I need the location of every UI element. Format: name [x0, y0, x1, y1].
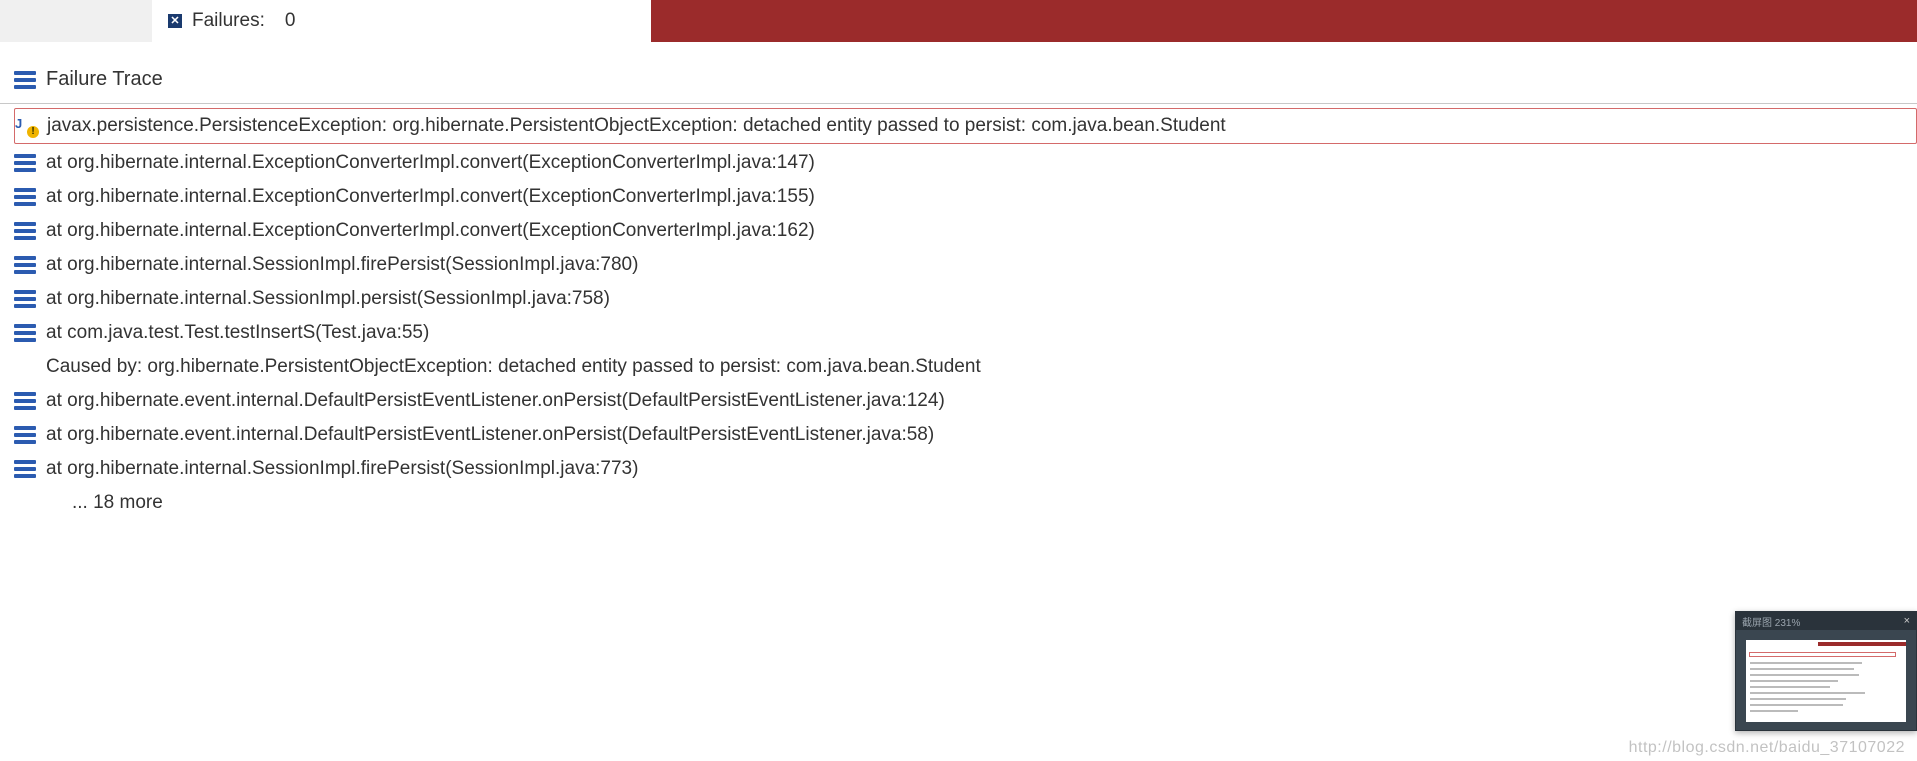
stack-trace-list: J javax.persistence.PersistenceException… — [0, 104, 1917, 520]
icon-spacer — [14, 358, 36, 376]
failures-icon: ✕ — [168, 14, 182, 28]
screenshot-thumbnail-overlay[interactable]: 截屏图 231% × — [1735, 611, 1917, 731]
stack-frame-row[interactable]: at org.hibernate.internal.SessionImpl.fi… — [14, 248, 1917, 282]
stack-frame-row[interactable]: at com.java.test.Test.testInsertS(Test.j… — [14, 316, 1917, 350]
exception-row[interactable]: J javax.persistence.PersistenceException… — [14, 108, 1917, 144]
more-frames-text: ... 18 more — [46, 492, 163, 514]
stack-frame-text: at org.hibernate.internal.SessionImpl.pe… — [46, 288, 610, 310]
stack-frame-text: at org.hibernate.event.internal.DefaultP… — [46, 424, 934, 446]
stack-icon — [14, 324, 36, 342]
stack-icon — [14, 290, 36, 308]
stack-frame-text: at org.hibernate.internal.ExceptionConve… — [46, 220, 815, 242]
summary-spacer — [0, 0, 152, 42]
stack-icon — [14, 188, 36, 206]
thumbnail-header: 截屏图 231% × — [1736, 612, 1916, 630]
stack-icon — [14, 460, 36, 478]
stack-frame-row[interactable]: at org.hibernate.internal.ExceptionConve… — [14, 180, 1917, 214]
more-frames-row[interactable]: ... 18 more — [14, 486, 1917, 520]
failures-tab[interactable]: ✕ Failures: 0 — [152, 0, 311, 42]
stack-frame-text: at com.java.test.Test.testInsertS(Test.j… — [46, 322, 429, 344]
stack-icon — [14, 71, 36, 89]
thumbnail-title: 截屏图 231% — [1742, 614, 1800, 629]
failures-label: Failures: — [192, 10, 265, 32]
stack-frame-text: at org.hibernate.internal.ExceptionConve… — [46, 186, 815, 208]
stack-frame-text: at org.hibernate.event.internal.DefaultP… — [46, 390, 945, 412]
icon-spacer — [14, 494, 36, 512]
stack-frame-row[interactable]: at org.hibernate.internal.SessionImpl.pe… — [14, 282, 1917, 316]
junit-summary-bar: ✕ Failures: 0 — [0, 0, 1917, 42]
summary-gap — [311, 0, 651, 42]
stack-frame-row[interactable]: at org.hibernate.internal.ExceptionConve… — [14, 214, 1917, 248]
stack-frame-text: at org.hibernate.internal.SessionImpl.fi… — [46, 254, 638, 276]
stack-icon — [14, 256, 36, 274]
watermark-text: http://blog.csdn.net/baidu_37107022 — [1629, 739, 1905, 757]
stack-frame-text: at org.hibernate.internal.ExceptionConve… — [46, 152, 815, 174]
failures-count: 0 — [285, 10, 296, 32]
stack-icon — [14, 392, 36, 410]
caused-by-text: Caused by: org.hibernate.PersistentObjec… — [46, 356, 981, 378]
stack-frame-row[interactable]: at org.hibernate.internal.ExceptionConve… — [14, 146, 1917, 180]
stack-icon — [14, 154, 36, 172]
stack-frame-row[interactable]: at org.hibernate.event.internal.DefaultP… — [14, 418, 1917, 452]
close-icon[interactable]: × — [1904, 615, 1910, 627]
stack-frame-row[interactable]: at org.hibernate.event.internal.DefaultP… — [14, 384, 1917, 418]
thumbnail-preview — [1746, 640, 1906, 722]
failure-trace-title: Failure Trace — [46, 68, 163, 91]
stack-icon — [14, 426, 36, 444]
stack-frame-row[interactable]: at org.hibernate.internal.SessionImpl.fi… — [14, 452, 1917, 486]
stack-frame-text: at org.hibernate.internal.SessionImpl.fi… — [46, 458, 638, 480]
java-exception-icon: J — [15, 116, 37, 136]
caused-by-row[interactable]: Caused by: org.hibernate.PersistentObjec… — [14, 350, 1917, 384]
failure-trace-header: Failure Trace — [0, 42, 1917, 101]
stack-icon — [14, 222, 36, 240]
test-progress-bar — [651, 0, 1917, 42]
exception-text: javax.persistence.PersistenceException: … — [47, 115, 1226, 137]
